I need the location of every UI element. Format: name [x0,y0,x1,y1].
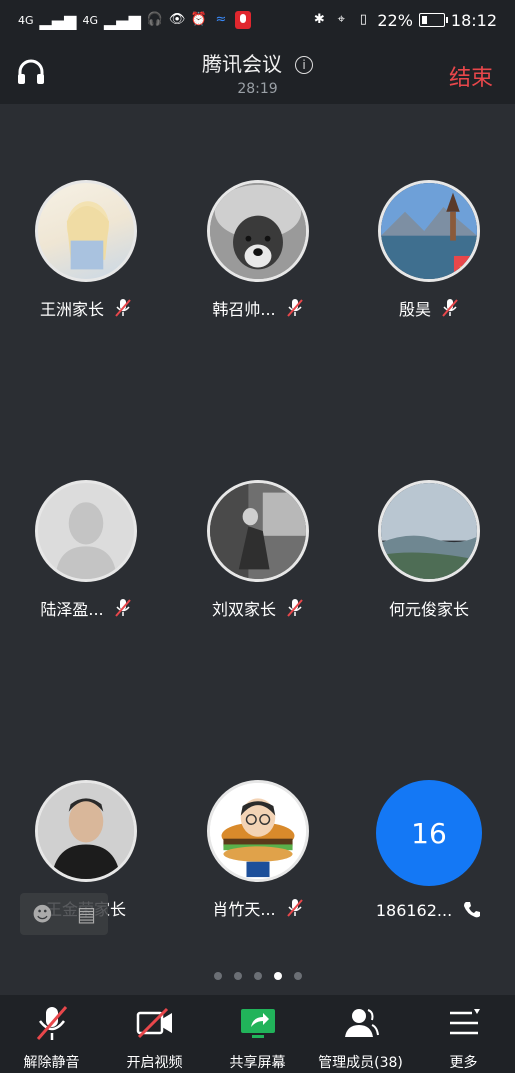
participant-name: 殷昊 [398,300,431,319]
page-dot-active[interactable] [273,972,282,980]
meeting-title: 腾讯会议 [201,52,282,76]
clock: 18:12 [450,10,497,30]
floating-reaction-bar[interactable]: ☻ ▤ [20,893,108,935]
participant-name: 186162... [375,900,453,920]
page-dot[interactable] [253,972,262,980]
battery-icon [418,13,448,27]
participant-tile[interactable]: ★ 殷昊 [343,180,515,320]
participant-tile[interactable]: 肖竹天... [172,780,344,920]
start-video-label: 开启视频 [126,1055,183,1071]
end-meeting-button[interactable]: 结束 [449,60,493,92]
mic-off-icon [286,299,303,317]
avatar [207,780,309,882]
participant-name: 肖竹天... [212,900,276,919]
avatar [378,480,480,582]
landscape-avatar-icon: ★ [381,183,477,279]
participant-name: 刘双家长 [211,600,276,619]
recording-mic-icon [234,11,251,29]
page-dot[interactable] [213,972,222,980]
anime-girl-avatar-icon [66,201,110,270]
info-icon[interactable]: i [295,56,314,74]
dog-avatar-icon [210,183,306,279]
chat-icon[interactable]: ▤ [77,902,96,926]
manage-members-button[interactable]: 管理成员(38) [311,995,411,1072]
bluetooth-icon: ✱ [313,12,325,27]
avatar [35,180,137,282]
avatar [207,480,309,582]
bottom-toolbar: 解除静音 开启视频 共享屏幕 管理成员(38) 更多 [0,995,515,1073]
mic-off-icon [114,599,131,617]
man-photo-avatar-icon [38,783,134,879]
participant-name: 韩召帅... [212,300,276,319]
more-menu-icon [449,1009,480,1035]
participant-name: 陆泽盈... [40,600,104,619]
more-button[interactable]: 更多 [414,995,514,1072]
bw-photo-avatar-icon [210,483,306,579]
mic-off-icon [287,599,303,617]
participant-name: 王洲家长 [39,300,104,319]
start-video-button[interactable]: 开启视频 [105,995,205,1072]
battery-percent: 22% [377,10,413,30]
participant-tile[interactable]: 陆泽盈... [0,480,172,620]
participant-tile[interactable]: 王洲家长 [0,180,172,320]
mic-off-icon [286,899,303,917]
participant-tile[interactable]: 16 186162... [343,780,515,920]
alarm-icon: ⏰ [190,12,208,27]
meeting-header: 腾讯会议 i 28:19 结束 [0,40,515,104]
phone-icon [464,902,481,918]
unmute-button[interactable]: 解除静音 [2,995,102,1072]
eye-icon: 👁 [168,12,186,27]
page-indicator[interactable] [0,972,515,980]
signal-bars-icon-2: ▂▄▆ [103,10,141,30]
location-icon: ⌖ [337,12,345,27]
avatar-number: 16 [376,780,482,886]
signal-bars-icon: ▂▄▆ [39,10,77,30]
page-dot[interactable] [233,972,242,980]
share-screen-button[interactable]: 共享屏幕 [208,995,308,1072]
svg-text:★: ★ [458,261,470,276]
avatar [35,480,137,582]
signal-icon-2: 4G [82,13,98,27]
meeting-timer: 28:19 [237,81,278,97]
share-screen-label: 共享屏幕 [229,1055,286,1071]
signal-icon: 4G [18,13,34,27]
more-label: 更多 [449,1055,478,1071]
avatar [35,780,137,882]
page-dot[interactable] [293,972,302,980]
status-bar: 4G ▂▄▆ 4G ▂▄▆ 🎧 👁 ⏰ ≈ ✱ ⌖ ▯ 22% 18:12 [0,0,515,40]
avatar [207,180,309,282]
participant-tile[interactable]: 何元俊家长 [343,480,515,620]
mic-off-icon [115,299,131,317]
avatar: ★ [378,180,480,282]
members-icon [344,1009,379,1037]
participant-tile[interactable]: 韩召帅... [172,180,344,320]
participant-name: 何元俊家长 [388,600,469,619]
default-person-icon [55,502,117,579]
emoji-icon[interactable]: ☻ [32,902,53,926]
headphone-status-icon: 🎧 [146,12,164,27]
mic-off-icon [442,299,458,317]
app-icon: ≈ [215,12,227,27]
hills-avatar-icon [381,483,477,579]
camera-off-icon [136,1007,172,1039]
mic-muted-icon [36,1006,67,1040]
vibrate-icon: ▯ [359,12,367,27]
participant-tile[interactable]: 刘双家长 [172,480,344,620]
unmute-label: 解除静音 [23,1055,80,1071]
manage-members-label: 管理成员(38) [318,1055,403,1071]
share-screen-icon [240,1009,275,1038]
cartoon-burger-avatar-icon [210,783,306,879]
